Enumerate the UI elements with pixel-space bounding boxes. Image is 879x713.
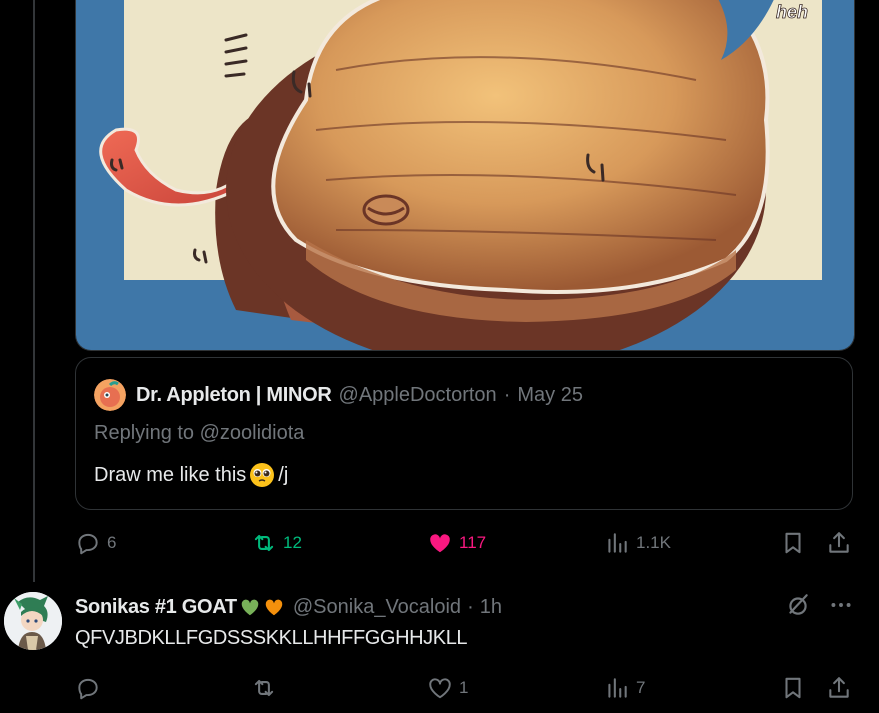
views-chart-icon: [608, 533, 627, 553]
repost-button[interactable]: [251, 673, 283, 703]
repost-count: 12: [283, 533, 302, 552]
heart-filled-icon: [430, 534, 450, 553]
quoted-tweet-card[interactable]: Dr. Appleton | MINOR @AppleDoctorton · M…: [75, 357, 853, 510]
green-heart-emoji-icon: [241, 599, 259, 616]
views-chart-icon: [608, 678, 627, 698]
reply-button[interactable]: [75, 673, 107, 703]
views-button[interactable]: 7: [604, 673, 645, 703]
replying-to-prefix: Replying to: [94, 422, 195, 444]
share-icon: [829, 532, 849, 553]
bookmark-button[interactable]: [780, 673, 806, 703]
reply-tweet-text: QFVJBDKLLFGDSSSKKLLHHFFGGHHJKLL: [75, 627, 468, 649]
reply-icon: [78, 678, 98, 700]
share-button[interactable]: [826, 673, 852, 703]
reply-timestamp[interactable]: 1h: [480, 596, 502, 619]
orange-heart-emoji-icon: [265, 599, 283, 616]
repost-button[interactable]: 12: [251, 528, 302, 558]
quoted-text-main: Draw me like this: [94, 463, 247, 486]
media-corner-text: heh: [776, 2, 808, 22]
like-button[interactable]: 117: [427, 528, 486, 558]
views-button[interactable]: 1.1K: [604, 528, 671, 558]
quoted-tweet-date[interactable]: May 25: [517, 384, 583, 407]
reply-tweet-header: Sonikas #1 GOAT @Sonika_Vocaloid · 1h: [75, 593, 502, 621]
separator-dot: ·: [467, 595, 474, 618]
quoted-tweet-text: Draw me like this /j: [94, 462, 288, 488]
quoted-text-suffix: /j: [278, 463, 289, 486]
tweet-media-image[interactable]: heh: [75, 0, 855, 351]
more-options-button[interactable]: [828, 592, 854, 618]
quoted-author-name[interactable]: Dr. Appleton | MINOR: [136, 384, 332, 407]
reply-author-name[interactable]: Sonikas #1 GOAT: [75, 596, 237, 619]
views-count: 7: [636, 678, 646, 697]
share-button[interactable]: [826, 528, 852, 558]
like-button[interactable]: 1: [427, 673, 468, 703]
thread-connector-line: [33, 0, 35, 582]
reply-action-bar: 1 7: [75, 673, 855, 703]
separator-dot: ·: [503, 383, 511, 406]
views-count: 1.1K: [636, 533, 671, 552]
bookmark-button[interactable]: [780, 528, 806, 558]
reply-icon: [78, 533, 98, 555]
grok-icon: [789, 594, 808, 615]
reply-author-handle[interactable]: @Sonika_Vocaloid: [293, 596, 461, 619]
replying-to-line: Replying to @zoolidiota: [94, 422, 304, 445]
like-count: 1: [459, 678, 469, 697]
quoted-author-avatar[interactable]: [94, 379, 126, 411]
quoted-author-handle[interactable]: @AppleDoctorton: [339, 384, 497, 407]
like-count: 117: [459, 533, 487, 552]
reply-author-avatar[interactable]: [4, 592, 62, 650]
heart-outline-icon: [429, 678, 451, 699]
repost-icon: [254, 534, 274, 552]
reply-count: 6: [107, 533, 117, 552]
bookmark-icon: [785, 677, 801, 699]
reply-button[interactable]: 6: [75, 528, 116, 558]
share-icon: [829, 677, 849, 698]
tweet-action-bar: 6 12 117 1.1K: [75, 528, 855, 558]
grok-button[interactable]: [785, 592, 811, 618]
quoted-tweet-header: Dr. Appleton | MINOR @AppleDoctorton · M…: [94, 379, 583, 411]
pleading-face-emoji-icon: [249, 462, 275, 488]
more-horizontal-icon: [831, 603, 851, 607]
onion-illustration: heh: [76, 0, 854, 350]
replying-to-handle[interactable]: @zoolidiota: [200, 422, 305, 444]
repost-icon: [254, 679, 274, 697]
bookmark-icon: [785, 532, 801, 554]
